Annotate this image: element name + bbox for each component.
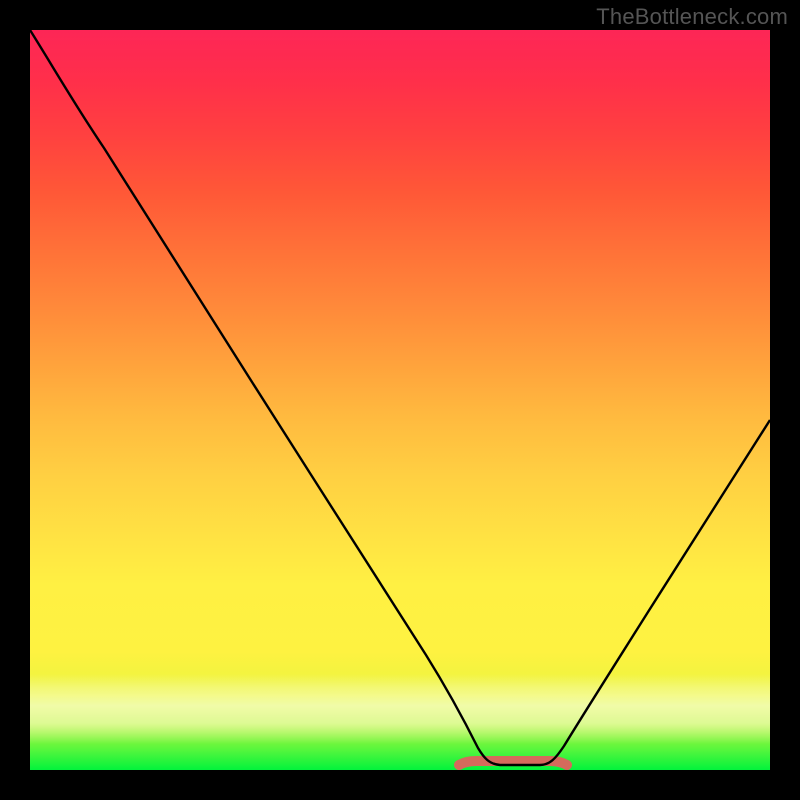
chart-frame: TheBottleneck.com	[0, 0, 800, 800]
watermark-text: TheBottleneck.com	[596, 4, 788, 30]
curve-svg	[30, 30, 770, 770]
plot-area	[30, 30, 770, 770]
bottleneck-curve-line	[30, 30, 770, 765]
